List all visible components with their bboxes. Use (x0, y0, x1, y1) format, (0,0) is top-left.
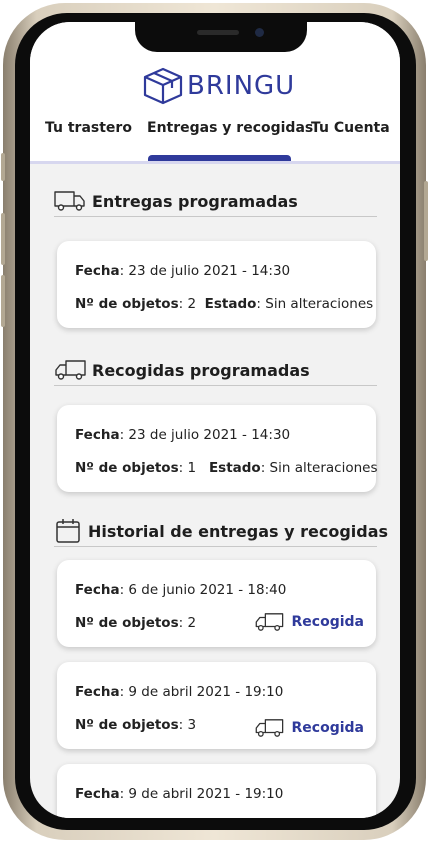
date-label: Fecha (75, 582, 120, 598)
delivery-date: 23 de julio 2021 - 14:30 (128, 263, 291, 279)
brand-name: BRINGU (187, 71, 296, 101)
history-date: 9 de abril 2021 - 19:10 (128, 786, 284, 802)
tab-entregas-y-recogidas[interactable]: Entregas y recogidas (147, 120, 313, 136)
scheduled-delivery-card[interactable]: Fecha: 23 de julio 2021 - 14:30 Nº de ob… (57, 241, 376, 328)
history-date-row: Fecha: 9 de abril 2021 - 19:10 (75, 684, 284, 700)
section-pickups-title: Recogidas programadas (92, 360, 310, 380)
truck-icon (255, 613, 283, 631)
state-label: Estado (208, 460, 261, 476)
scheduled-pickup-card[interactable]: Fecha: 23 de julio 2021 - 14:30 Nº de ob… (57, 405, 378, 492)
delivery-state: Sin alteraciones (265, 296, 374, 312)
history-objects-row: Nº de objetos: 3 (75, 717, 197, 733)
active-tab-indicator (148, 155, 291, 161)
mute-switch (1, 153, 5, 181)
tab-bar: Tu trastero Entregas y recogidas Tu Cuen… (30, 120, 400, 144)
history-date-row: Fecha: 9 de abril 2021 - 19:10 (75, 786, 284, 802)
section-deliveries-title: Entregas programadas (92, 191, 298, 211)
objects-label: Nº de objetos (75, 296, 179, 312)
truck-icon (255, 719, 283, 737)
history-objects: 3 (187, 717, 197, 733)
history-type-tag[interactable]: Recogida (254, 718, 364, 738)
history-type-tag[interactable]: Recogida (254, 612, 364, 632)
pickup-date: 23 de julio 2021 - 14:30 (128, 427, 291, 443)
history-item[interactable]: Fecha: 6 de junio 2021 - 18:40 Nº de obj… (57, 560, 376, 647)
section-deliveries-header: Entregas programadas (54, 186, 377, 217)
date-label: Fecha (75, 684, 120, 700)
history-item[interactable]: Fecha: 9 de abril 2021 - 19:10 Nº de obj… (57, 662, 376, 749)
truck-icon (55, 360, 86, 380)
calendar-icon (56, 519, 80, 543)
history-type: Recogida (291, 720, 364, 736)
history-type: Recogida (291, 614, 364, 630)
delivery-date-row: Fecha: 23 de julio 2021 - 14:30 (75, 263, 291, 279)
tab-tu-cuenta[interactable]: Tu Cuenta (311, 120, 390, 136)
state-label: Estado (204, 296, 257, 312)
pickup-info-row: Nº de objetos: 1 Estado: Sin alteracione… (75, 460, 378, 476)
history-date: 9 de abril 2021 - 19:10 (128, 684, 284, 700)
notch (135, 22, 307, 52)
section-history-title: Historial de entregas y recogidas (88, 521, 389, 541)
objects-label: Nº de objetos (75, 615, 179, 631)
section-history-header: Historial de entregas y recogidas (54, 516, 388, 547)
pickup-state: Sin alteraciones (269, 460, 378, 476)
pickup-date-row: Fecha: 23 de julio 2021 - 14:30 (75, 427, 291, 443)
history-item[interactable]: Fecha: 9 de abril 2021 - 19:10 (57, 764, 376, 818)
speaker (197, 30, 239, 35)
objects-label: Nº de objetos (75, 717, 179, 733)
volume-up-button (1, 213, 5, 265)
delivery-objects: 2 (187, 296, 197, 312)
section-pickups-header: Recogidas programadas (54, 355, 377, 386)
volume-down-button (1, 275, 5, 327)
history-objects-row: Nº de objetos: 2 (75, 615, 197, 631)
front-camera (255, 28, 264, 37)
history-date: 6 de junio 2021 - 18:40 (128, 582, 287, 598)
box-logo-icon (143, 67, 183, 105)
objects-label: Nº de objetos (75, 460, 179, 476)
power-button (424, 181, 428, 261)
app-screen: BRINGU Tu trastero Entregas y recogidas … (30, 22, 400, 818)
pickup-objects: 1 (187, 460, 197, 476)
date-label: Fecha (75, 427, 120, 443)
date-label: Fecha (75, 263, 120, 279)
history-date-row: Fecha: 6 de junio 2021 - 18:40 (75, 582, 287, 598)
brand-logo[interactable]: BRINGU (142, 66, 295, 106)
history-objects: 2 (187, 615, 197, 631)
truck-icon (54, 191, 85, 211)
delivery-info-row: Nº de objetos: 2 Estado: Sin alteracione… (75, 296, 374, 312)
tab-tu-trastero[interactable]: Tu trastero (45, 120, 132, 136)
date-label: Fecha (75, 786, 120, 802)
